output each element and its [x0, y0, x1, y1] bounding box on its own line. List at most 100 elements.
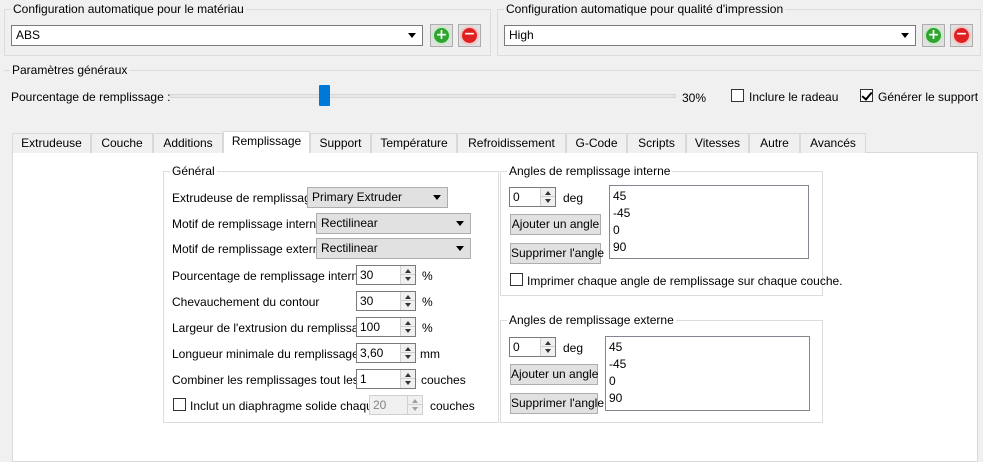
quality-group-title: Configuration automatique pour qualité d…	[504, 2, 786, 16]
spin-down-icon[interactable]	[405, 329, 411, 333]
min-length-unit: mm	[420, 347, 440, 361]
list-item[interactable]: 90	[609, 390, 806, 407]
list-item[interactable]: 0	[609, 373, 806, 390]
remove-external-angle-button[interactable]: Supprimer l'angle	[510, 393, 604, 414]
diaphragm-stepper[interactable]: 20	[369, 395, 423, 415]
internal-pct-label: Pourcentage de remplissage interne	[172, 269, 365, 283]
remove-material-button[interactable]: −	[458, 24, 481, 47]
diaphragm-checkbox[interactable]	[173, 398, 186, 411]
internal-angle-value: 0	[513, 190, 520, 204]
remove-internal-angle-button[interactable]: Supprimer l'angle	[510, 243, 604, 264]
list-item[interactable]: 45	[613, 188, 805, 205]
minus-circle-icon: −	[460, 26, 479, 45]
tab-vitesses[interactable]: Vitesses	[686, 133, 749, 153]
internal-angles-list[interactable]: 45 -45 0 90	[609, 185, 809, 259]
list-item[interactable]: 0	[613, 222, 805, 239]
spin-up-icon[interactable]	[405, 347, 411, 351]
diaphragm-label: Inclut un diaphragme solide chaque	[190, 399, 380, 413]
spin-down-icon[interactable]	[405, 355, 411, 359]
spin-up-icon[interactable]	[405, 295, 411, 299]
print-each-angle-checkbox[interactable]	[510, 273, 523, 286]
internal-pattern-value: Rectilinear	[321, 216, 378, 230]
include-raft-checkbox[interactable]	[731, 89, 744, 102]
spin-down-icon[interactable]	[405, 277, 411, 281]
tab-refroidissement[interactable]: Refroidissement	[457, 133, 566, 153]
min-length-stepper[interactable]: 3,60	[356, 343, 416, 363]
plus-circle-icon: +	[924, 26, 943, 45]
external-angles-list[interactable]: 45 -45 0 90	[605, 336, 810, 411]
overlap-label: Chevauchement du contour	[172, 295, 320, 309]
spin-up-icon[interactable]	[545, 341, 551, 345]
combine-stepper[interactable]: 1	[356, 369, 416, 389]
chevron-down-icon	[433, 195, 441, 200]
material-select[interactable]: ABS	[11, 25, 423, 46]
spin-down-icon[interactable]	[405, 381, 411, 385]
generate-support-label: Générer le support	[878, 90, 979, 104]
infill-slider-thumb[interactable]	[318, 85, 330, 106]
minus-circle-icon: −	[952, 26, 971, 45]
material-select-value: ABS	[16, 28, 41, 42]
tab-remplissage[interactable]: Remplissage	[223, 131, 310, 153]
list-item[interactable]: 90	[613, 239, 805, 256]
internal-angle-input[interactable]: 0	[509, 187, 556, 207]
tab-température[interactable]: Température	[371, 133, 457, 153]
list-item[interactable]: -45	[609, 356, 806, 373]
add-material-button[interactable]: +	[430, 24, 453, 47]
infill-general-title: Général	[170, 164, 217, 178]
spin-up-icon[interactable]	[405, 373, 411, 377]
infill-extruder-value: Primary Extruder	[312, 190, 403, 204]
external-angle-input[interactable]: 0	[509, 337, 556, 357]
spin-up-icon[interactable]	[412, 399, 418, 403]
combine-label: Combiner les remplissages tout les	[172, 373, 359, 387]
internal-pct-stepper[interactable]: 30	[356, 265, 416, 285]
extrusion-width-stepper[interactable]: 100	[356, 317, 416, 337]
add-quality-button[interactable]: +	[922, 24, 945, 47]
combine-unit: couches	[421, 373, 466, 387]
external-pattern-select[interactable]: Rectilinear	[316, 238, 471, 259]
spin-down-icon[interactable]	[412, 407, 418, 411]
extrusion-width-label: Largeur de l'extrusion du remplissage	[172, 321, 372, 335]
infill-slider-track[interactable]	[170, 94, 676, 98]
generate-support-checkbox[interactable]	[860, 89, 873, 102]
tab-couche[interactable]: Couche	[91, 133, 153, 153]
tab-additions[interactable]: Additions	[153, 133, 223, 153]
add-internal-angle-button[interactable]: Ajouter un angle	[510, 214, 601, 235]
spin-down-icon[interactable]	[545, 349, 551, 353]
spin-up-icon[interactable]	[545, 191, 551, 195]
overlap-stepper[interactable]: 30	[356, 291, 416, 311]
chevron-down-icon	[456, 246, 464, 251]
external-angle-value: 0	[513, 340, 520, 354]
external-angle-unit: deg	[563, 341, 584, 355]
spin-down-icon[interactable]	[545, 199, 551, 203]
remove-quality-button[interactable]: −	[950, 24, 973, 47]
external-pattern-value: Rectilinear	[321, 241, 378, 255]
external-angles-title: Angles de remplissage externe	[507, 313, 676, 327]
infill-percentage-value: 30%	[682, 91, 707, 105]
add-external-angle-button[interactable]: Ajouter un angle	[510, 364, 598, 385]
diaphragm-value: 20	[373, 398, 387, 412]
list-item[interactable]: -45	[613, 205, 805, 222]
chevron-down-icon	[901, 33, 909, 38]
tab-scripts[interactable]: Scripts	[627, 133, 686, 153]
list-item[interactable]: 45	[609, 339, 806, 356]
external-pattern-label: Motif de remplissage externe	[172, 242, 327, 256]
internal-angles-title: Angles de remplissage interne	[507, 164, 673, 178]
spin-up-icon[interactable]	[405, 321, 411, 325]
internal-pattern-select[interactable]: Rectilinear	[316, 213, 471, 234]
overlap-value: 30	[360, 294, 374, 308]
spin-down-icon[interactable]	[405, 303, 411, 307]
infill-extruder-select[interactable]: Primary Extruder	[307, 187, 448, 208]
tab-avancés[interactable]: Avancés	[800, 133, 866, 153]
print-each-angle-label: Imprimer chaque angle de remplissage sur…	[527, 274, 843, 288]
tab-autre[interactable]: Autre	[749, 133, 800, 153]
internal-angle-unit: deg	[563, 191, 584, 205]
quality-select[interactable]: High	[504, 25, 916, 46]
combine-value: 1	[360, 372, 367, 386]
tab-support[interactable]: Support	[310, 133, 371, 153]
tab-extrudeuse[interactable]: Extrudeuse	[12, 133, 91, 153]
spin-up-icon[interactable]	[405, 269, 411, 273]
plus-circle-icon: +	[432, 26, 451, 45]
extrusion-width-unit: %	[422, 321, 433, 335]
min-length-value: 3,60	[360, 346, 384, 360]
tab-g-code[interactable]: G-Code	[566, 133, 627, 153]
